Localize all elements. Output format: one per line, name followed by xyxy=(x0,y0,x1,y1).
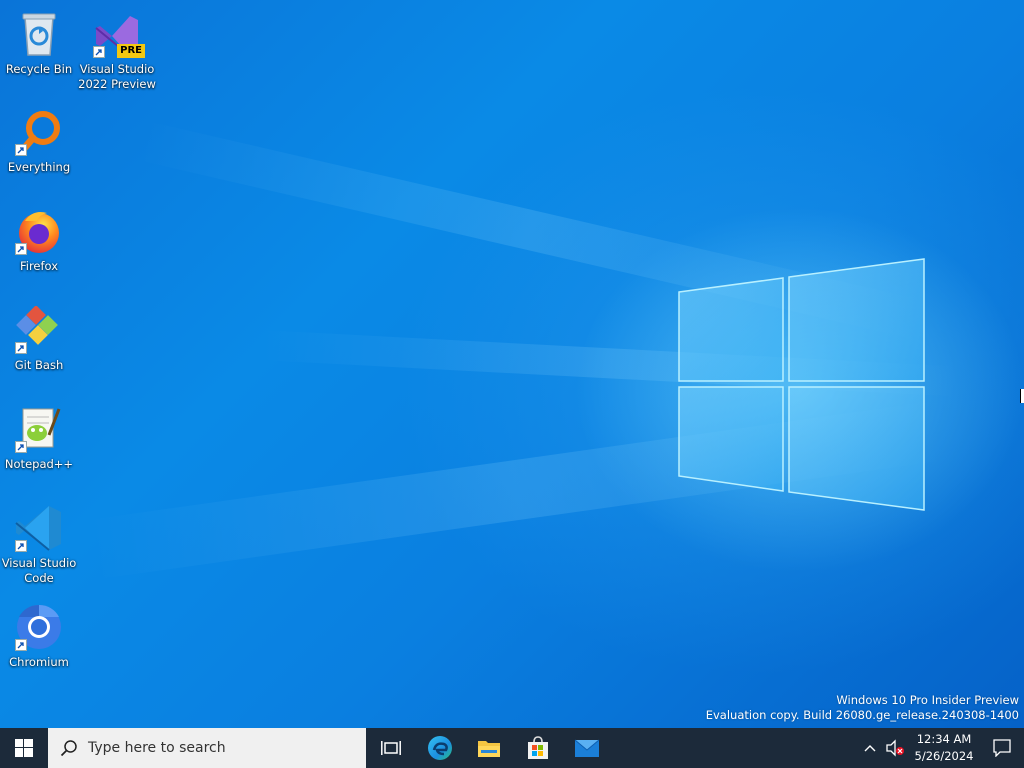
shortcut-arrow-icon xyxy=(93,46,105,58)
git-bash-icon xyxy=(13,304,65,356)
taskbar-edge[interactable] xyxy=(415,728,464,768)
volume-button[interactable] xyxy=(882,728,908,768)
chevron-up-icon xyxy=(864,745,876,752)
volume-muted-icon xyxy=(886,739,904,757)
visual-studio-preview-icon: PRE xyxy=(91,8,145,60)
taskbar-microsoft-store[interactable] xyxy=(513,728,562,768)
clock-time: 12:34 AM xyxy=(916,732,972,746)
desktop-icon-chromium[interactable]: Chromium xyxy=(0,601,78,670)
desktop-icon-recycle-bin[interactable]: Recycle Bin xyxy=(0,8,78,77)
shortcut-arrow-icon xyxy=(15,342,27,354)
recycle-bin-icon xyxy=(13,8,65,60)
desktop-icon-notepad-plus-plus[interactable]: Notepad++ xyxy=(0,403,78,472)
desktop-icon-vscode[interactable]: Visual Studio Code xyxy=(0,502,78,586)
evaluation-watermark: Windows 10 Pro Insider Preview Evaluatio… xyxy=(706,693,1019,723)
notepad-plus-plus-icon xyxy=(13,403,65,455)
shortcut-arrow-icon xyxy=(15,441,27,453)
task-view-button[interactable] xyxy=(366,728,415,768)
desktop-icon-label: Git Bash xyxy=(14,358,64,372)
edge-icon xyxy=(427,736,452,760)
task-view-icon xyxy=(380,741,401,755)
shortcut-arrow-icon xyxy=(15,243,27,255)
desktop-icon-label: Visual Studio Code xyxy=(1,556,77,585)
shortcut-arrow-icon xyxy=(15,639,27,651)
show-hidden-icons-button[interactable] xyxy=(858,728,882,768)
search-placeholder: Type here to search xyxy=(88,740,226,756)
desktop-icon-git-bash[interactable]: Git Bash xyxy=(0,304,78,373)
microsoft-store-icon xyxy=(527,736,548,759)
taskbar-file-explorer[interactable] xyxy=(464,728,513,768)
vscode-icon xyxy=(13,502,65,554)
windows-logo-wallpaper xyxy=(678,258,925,511)
file-explorer-icon xyxy=(477,741,500,757)
action-center-button[interactable] xyxy=(980,728,1024,768)
desktop-icon-visual-studio-preview[interactable]: PRE Visual Studio 2022 Preview xyxy=(78,8,156,92)
desktop-icon-label: Everything xyxy=(7,160,71,174)
desktop-icon-label: Notepad++ xyxy=(4,457,74,471)
taskbar-mail[interactable] xyxy=(562,728,611,768)
desktop[interactable]: Recycle Bin PRE Visual Studio 2022 Previ… xyxy=(0,0,1024,728)
taskbar: Type here to search 12:34 AM 5/26/2024 xyxy=(0,728,1024,768)
desktop-icon-label: Visual Studio 2022 Preview xyxy=(78,62,156,91)
shortcut-arrow-icon xyxy=(15,144,27,156)
watermark-line1: Windows 10 Pro Insider Preview xyxy=(836,693,1019,707)
desktop-icon-firefox[interactable]: Firefox xyxy=(0,205,78,274)
desktop-icon-everything[interactable]: Everything xyxy=(0,106,78,175)
clock[interactable]: 12:34 AM 5/26/2024 xyxy=(914,728,974,768)
chromium-icon xyxy=(13,601,65,653)
watermark-line2: Evaluation copy. Build 26080.ge_release.… xyxy=(705,708,1019,722)
search-icon xyxy=(60,740,77,757)
firefox-icon xyxy=(13,205,65,257)
taskbar-search-box[interactable]: Type here to search xyxy=(48,728,366,768)
notification-icon xyxy=(993,739,1011,757)
mail-icon xyxy=(574,739,599,757)
preview-badge: PRE xyxy=(117,44,145,58)
mouse-cursor-icon xyxy=(1020,389,1024,403)
shortcut-arrow-icon xyxy=(15,540,27,552)
windows-start-icon xyxy=(15,739,33,757)
everything-search-icon xyxy=(13,106,65,158)
desktop-icon-label: Firefox xyxy=(19,259,59,273)
system-tray: 12:34 AM 5/26/2024 xyxy=(858,728,1024,768)
desktop-icon-label: Recycle Bin xyxy=(5,62,73,76)
clock-date: 5/26/2024 xyxy=(914,749,974,763)
desktop-icon-label: Chromium xyxy=(9,655,69,669)
start-button[interactable] xyxy=(0,728,48,768)
